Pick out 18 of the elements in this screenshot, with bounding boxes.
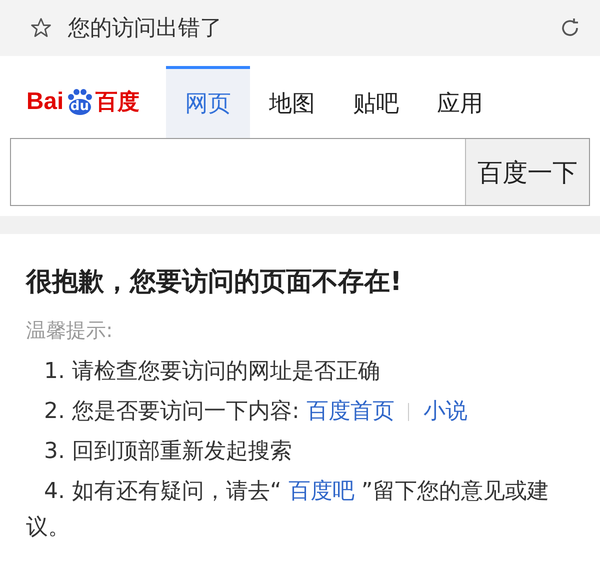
list-item: 2. 您是否要访问一下内容: 百度首页 小说 xyxy=(43,398,468,426)
search-field[interactable]: 百度一下 xyxy=(10,138,590,206)
link[interactable]: 百度吧 xyxy=(288,479,354,504)
list-item: 3. 回到顶部重新发起搜索 xyxy=(43,438,293,466)
nav-tab[interactable]: 网页 xyxy=(166,66,250,138)
star-icon[interactable] xyxy=(30,17,52,39)
nav-tab[interactable]: 应用 xyxy=(418,66,502,138)
error-heading: 很抱歉，您要访问的页面不存在! xyxy=(26,266,403,299)
page-title: 您的访问出错了 xyxy=(68,15,223,43)
link[interactable]: 百度首页 xyxy=(306,399,394,424)
search-button[interactable]: 百度一下 xyxy=(465,139,589,205)
nav-tab[interactable]: 地图 xyxy=(250,66,334,138)
list-item: 4. 如有还有疑问，请去“ 百度吧 ”留下您的意见或建议。 xyxy=(26,478,550,542)
hint-label: 温馨提示: xyxy=(26,317,114,344)
list-item: 1. 请检查您要访问的网址是否正确 xyxy=(43,358,381,386)
link[interactable]: 小说 xyxy=(423,399,468,424)
logo: Bai du 百度 xyxy=(25,87,141,117)
nav-tab[interactable]: 贴吧 xyxy=(334,66,418,138)
